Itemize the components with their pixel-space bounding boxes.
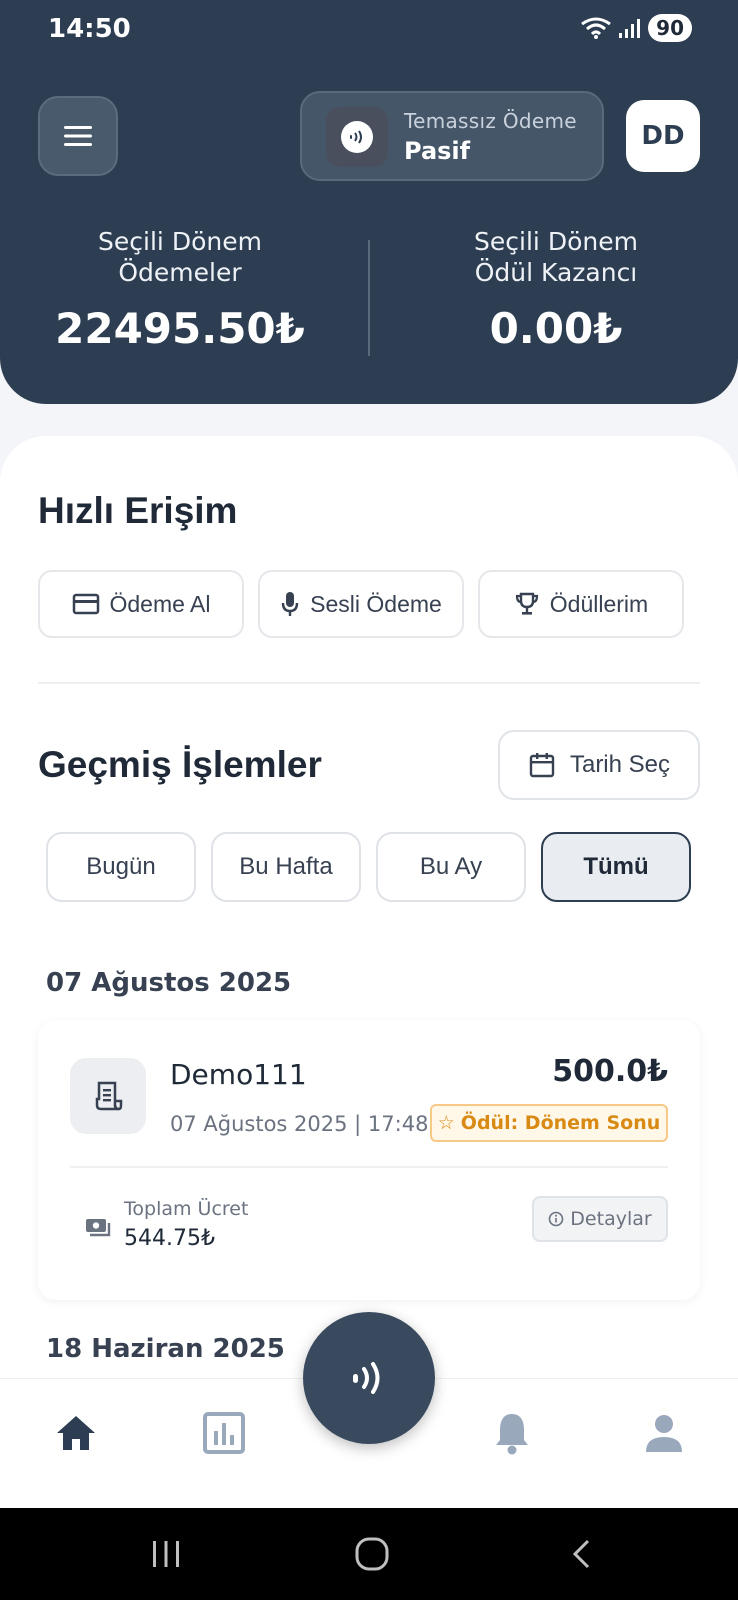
my-rewards-button[interactable]: Ödüllerim	[478, 570, 684, 638]
transaction-name: Demo111	[170, 1058, 307, 1091]
back-system-button[interactable]	[566, 1530, 596, 1578]
voice-payment-button[interactable]: Sesli Ödeme	[258, 570, 464, 638]
back-chevron-icon	[572, 1539, 590, 1569]
recent-apps-button[interactable]	[148, 1530, 184, 1578]
stat-title: Seçili Dönem	[474, 227, 638, 256]
stat-value: 0.00₺	[489, 304, 623, 353]
contactless-pay-button[interactable]	[303, 1312, 435, 1444]
home-icon	[57, 1416, 95, 1450]
contactless-payment-toggle[interactable]: Temassız Ödeme Pasif	[300, 91, 604, 181]
receipt-icon	[95, 1081, 123, 1111]
avatar[interactable]: DD	[626, 100, 700, 172]
nav-notifications[interactable]	[484, 1405, 540, 1461]
nfc-icon-box	[326, 107, 388, 167]
fee-label: Toplam Ücret	[124, 1198, 249, 1220]
trophy-icon	[515, 592, 538, 615]
stat-value: 22495.50₺	[55, 304, 305, 353]
stat-title: Seçili Dönem	[98, 227, 262, 256]
date-picker-label: Tarih Seç	[569, 751, 671, 778]
date-picker-button[interactable]: Tarih Seç	[498, 730, 700, 800]
money-icon	[86, 1219, 111, 1237]
nav-profile[interactable]	[636, 1405, 692, 1461]
star-icon: ☆	[437, 1112, 455, 1134]
details-label: Detaylar	[570, 1208, 652, 1230]
microphone-icon	[281, 592, 299, 616]
credit-card-icon	[72, 593, 99, 615]
filter-this-month[interactable]: Bu Ay	[376, 832, 526, 902]
stat-period-payments: Seçili Dönem Ödemeler 22495.50₺	[30, 226, 330, 353]
reward-badge: ☆ Ödül: Dönem Sonu	[430, 1104, 668, 1142]
transaction-divider	[70, 1166, 668, 1168]
status-time: 14:50	[48, 14, 131, 44]
receipt-icon-box	[70, 1058, 146, 1134]
stat-divider	[368, 240, 370, 356]
header: 14:50 90 Temassız Ödeme Pasif DD Seçili …	[0, 0, 738, 404]
details-button[interactable]: Detaylar	[532, 1196, 668, 1242]
fee-value: 544.75₺	[124, 1226, 215, 1251]
nfc-icon	[353, 1362, 380, 1394]
user-icon	[646, 1415, 682, 1452]
home-system-button[interactable]	[352, 1530, 392, 1578]
recent-apps-icon	[153, 1541, 179, 1567]
history-title: Geçmiş İşlemler	[38, 744, 322, 785]
receive-payment-button[interactable]: Ödeme Al	[38, 570, 244, 638]
home-circle-icon	[355, 1537, 389, 1571]
bell-icon	[496, 1414, 528, 1455]
nav-home[interactable]	[48, 1405, 104, 1461]
info-icon	[548, 1211, 564, 1227]
quick-button-label: Ödeme Al	[109, 590, 211, 617]
system-nav-bar	[0, 1508, 738, 1600]
wifi-icon	[581, 17, 612, 39]
nav-reports[interactable]	[196, 1405, 252, 1461]
reward-badge-label: Ödül: Dönem Sonu	[460, 1112, 661, 1134]
filter-this-week[interactable]: Bu Hafta	[211, 832, 361, 902]
nfc-status: Pasif	[404, 137, 471, 165]
filter-today[interactable]: Bugün	[46, 832, 196, 902]
filter-all[interactable]: Tümü	[541, 832, 691, 902]
chart-icon	[203, 1412, 245, 1454]
calendar-icon	[529, 753, 555, 778]
quick-button-label: Ödüllerim	[549, 590, 649, 617]
status-icons: 90	[580, 14, 692, 42]
signal-icon	[619, 19, 641, 38]
menu-button[interactable]	[38, 96, 118, 176]
stat-period-rewards: Seçili Dönem Ödül Kazancı 0.00₺	[406, 226, 706, 353]
stat-title: Ödül Kazancı	[474, 258, 638, 287]
group-date: 18 Haziran 2025	[46, 1334, 285, 1364]
stat-title: Ödemeler	[118, 258, 242, 287]
battery-level: 90	[648, 14, 692, 42]
quick-button-label: Sesli Ödeme	[310, 590, 442, 617]
transaction-card[interactable]: Demo111 500.0₺ 07 Ağustos 2025 | 17:48 ☆…	[38, 1020, 700, 1300]
transaction-amount: 500.0₺	[552, 1054, 668, 1089]
nfc-icon	[350, 130, 362, 144]
transaction-datetime: 07 Ağustos 2025 | 17:48	[170, 1112, 429, 1136]
group-date: 07 Ağustos 2025	[46, 968, 292, 998]
quick-access-title: Hızlı Erişim	[38, 490, 238, 531]
menu-icon	[64, 126, 92, 146]
section-divider	[38, 682, 700, 684]
nfc-label: Temassız Ödeme	[404, 109, 577, 133]
